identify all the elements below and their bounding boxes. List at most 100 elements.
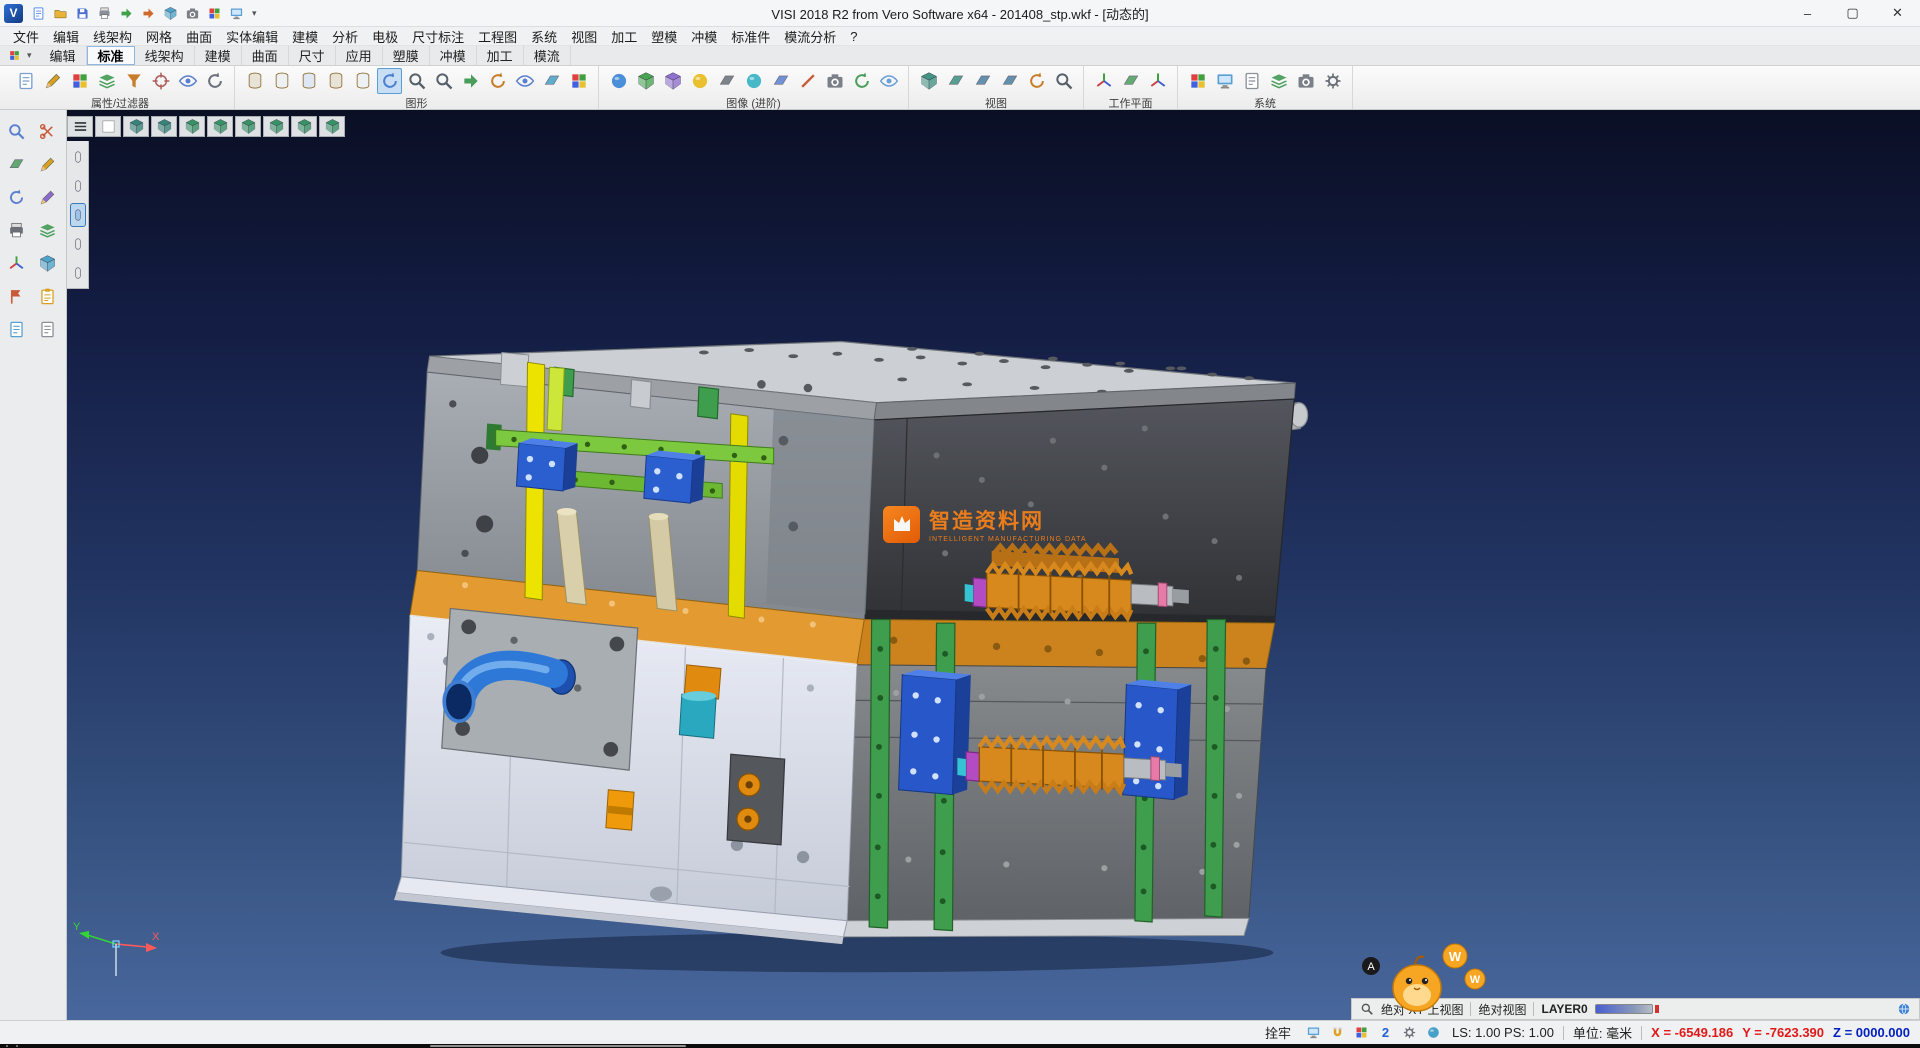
visi-logo[interactable]: V bbox=[4, 4, 23, 23]
orbit-view-icon[interactable] bbox=[1024, 68, 1049, 94]
zaxis-icon[interactable] bbox=[3, 250, 30, 277]
dynamic-rotate-icon[interactable] bbox=[377, 68, 402, 94]
clipboard-icon[interactable] bbox=[34, 283, 61, 310]
tab[interactable]: 尺寸 bbox=[289, 46, 336, 65]
tab[interactable]: 模流 bbox=[524, 46, 571, 65]
menu-item[interactable]: 尺寸标注 bbox=[405, 27, 471, 45]
tab[interactable]: 应用 bbox=[336, 46, 383, 65]
workspace-icon[interactable] bbox=[8, 49, 21, 62]
taskbar[interactable] bbox=[0, 1044, 1920, 1048]
hiddenline-view-icon[interactable] bbox=[269, 68, 294, 94]
display-toggle-icon[interactable] bbox=[1304, 1023, 1323, 1042]
transparent-view-icon[interactable] bbox=[350, 68, 375, 94]
snap-toggle-icon[interactable] bbox=[1328, 1023, 1347, 1042]
workplane-entity-icon[interactable] bbox=[1118, 68, 1143, 94]
view-cube-iso-icon[interactable] bbox=[123, 116, 149, 137]
menu-item[interactable]: 文件 bbox=[6, 27, 46, 45]
monitor-icon[interactable] bbox=[226, 3, 247, 24]
menu-item[interactable]: 曲面 bbox=[179, 27, 219, 45]
menu-item[interactable]: 工程图 bbox=[471, 27, 524, 45]
filter-toggle-points[interactable] bbox=[70, 174, 86, 198]
menu-item[interactable]: ? bbox=[843, 27, 864, 45]
selection-mask-icon[interactable] bbox=[148, 68, 173, 94]
view-cube-front-icon[interactable] bbox=[179, 116, 205, 137]
color-filter-icon[interactable] bbox=[67, 68, 92, 94]
tab[interactable]: 冲模 bbox=[430, 46, 477, 65]
camera-icon[interactable] bbox=[182, 3, 203, 24]
lock-toggle[interactable]: 拴牢 bbox=[1265, 1023, 1291, 1042]
view-cube-dimetric-icon[interactable] bbox=[319, 116, 345, 137]
print-preview-icon[interactable] bbox=[3, 217, 30, 244]
menu-item[interactable]: 系统 bbox=[524, 27, 564, 45]
menu-item[interactable]: 线架构 bbox=[86, 27, 139, 45]
export-icon[interactable] bbox=[138, 3, 159, 24]
menu-item[interactable]: 加工 bbox=[604, 27, 644, 45]
system-doc-icon[interactable] bbox=[1239, 68, 1264, 94]
blank-view-icon[interactable] bbox=[95, 116, 121, 137]
flag-icon[interactable] bbox=[3, 283, 30, 310]
system-display-icon[interactable] bbox=[1212, 68, 1237, 94]
fit-view-icon[interactable] bbox=[1051, 68, 1076, 94]
filter-toggle-solids[interactable] bbox=[70, 203, 86, 227]
shadow-icon[interactable] bbox=[714, 68, 739, 94]
view-cube-bottom-icon[interactable] bbox=[291, 116, 317, 137]
menu-item[interactable]: 实体编辑 bbox=[219, 27, 285, 45]
tab[interactable]: 塑膜 bbox=[383, 46, 430, 65]
rotate-entity-icon[interactable] bbox=[3, 184, 30, 211]
menu-item[interactable]: 塑模 bbox=[644, 27, 684, 45]
wireframe-view-icon[interactable] bbox=[242, 68, 267, 94]
grid-toggle-icon[interactable] bbox=[1352, 1023, 1371, 1042]
pan-view-icon[interactable] bbox=[458, 68, 483, 94]
view-cube-left-icon[interactable] bbox=[235, 116, 261, 137]
view-cube-back-icon[interactable] bbox=[207, 116, 233, 137]
quick-access-caret-icon[interactable]: ▾ bbox=[252, 8, 257, 19]
reset-filter-icon[interactable] bbox=[202, 68, 227, 94]
tab[interactable]: 标准 bbox=[87, 46, 135, 65]
tab[interactable]: 编辑 bbox=[40, 46, 87, 65]
save-icon[interactable] bbox=[72, 3, 93, 24]
zoom-select-icon[interactable] bbox=[3, 118, 30, 145]
annotate-icon[interactable] bbox=[34, 184, 61, 211]
filter-toggle-wireframe[interactable] bbox=[70, 145, 86, 169]
tab[interactable]: 建模 bbox=[195, 46, 242, 65]
filter-toggle-curves[interactable] bbox=[70, 261, 86, 285]
clip-plane-icon[interactable] bbox=[539, 68, 564, 94]
element-filter-icon[interactable] bbox=[121, 68, 146, 94]
layer-color-swatch[interactable] bbox=[1595, 1004, 1653, 1014]
animation-icon[interactable] bbox=[849, 68, 874, 94]
layer-filter-icon[interactable] bbox=[94, 68, 119, 94]
sketch-icon[interactable] bbox=[34, 151, 61, 178]
print-icon[interactable] bbox=[94, 3, 115, 24]
workplane-icon[interactable] bbox=[3, 151, 30, 178]
iso-view-icon[interactable] bbox=[916, 68, 941, 94]
system-settings-icon[interactable] bbox=[1320, 68, 1345, 94]
viewport-menu-icon[interactable] bbox=[67, 116, 93, 137]
cube-view-icon[interactable] bbox=[160, 3, 181, 24]
top-view-icon[interactable] bbox=[943, 68, 968, 94]
menu-item[interactable]: 冲模 bbox=[684, 27, 724, 45]
tag-icon[interactable] bbox=[3, 316, 30, 343]
texture-icon[interactable] bbox=[660, 68, 685, 94]
section-icon[interactable] bbox=[795, 68, 820, 94]
system-capture-icon[interactable] bbox=[1293, 68, 1318, 94]
right-view-icon[interactable] bbox=[997, 68, 1022, 94]
attribute-paint-icon[interactable] bbox=[40, 68, 65, 94]
menu-item[interactable]: 编辑 bbox=[46, 27, 86, 45]
tab[interactable]: 线架构 bbox=[135, 46, 195, 65]
workplane-3point-icon[interactable] bbox=[1145, 68, 1170, 94]
menu-item[interactable]: 电极 bbox=[365, 27, 405, 45]
menu-item[interactable]: 标准件 bbox=[724, 27, 777, 45]
copy-entity-icon[interactable] bbox=[34, 316, 61, 343]
shaded-view-icon[interactable] bbox=[296, 68, 321, 94]
multi-window-icon[interactable] bbox=[566, 68, 591, 94]
workplane-world-icon[interactable] bbox=[1091, 68, 1116, 94]
reflection-icon[interactable] bbox=[741, 68, 766, 94]
system-table-icon[interactable] bbox=[1266, 68, 1291, 94]
palette-icon[interactable] bbox=[204, 3, 225, 24]
tab[interactable]: 加工 bbox=[477, 46, 524, 65]
maximize-button[interactable]: ▢ bbox=[1830, 0, 1875, 26]
layers-panel-icon[interactable] bbox=[34, 217, 61, 244]
attributes-icon[interactable] bbox=[13, 68, 38, 94]
navball-icon[interactable] bbox=[1424, 1023, 1443, 1042]
layer-label[interactable]: LAYER0 bbox=[1541, 1002, 1587, 1016]
